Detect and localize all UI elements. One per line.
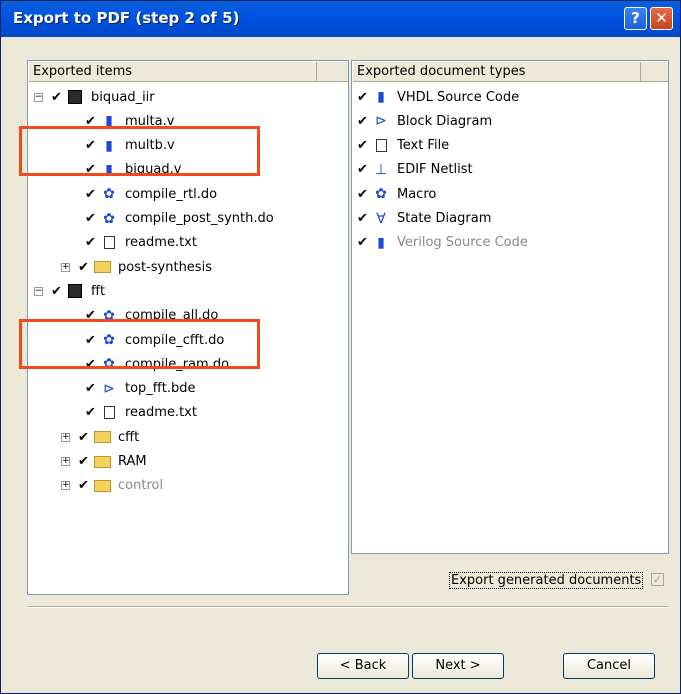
- tree-item[interactable]: + ✔ cfft: [61, 427, 139, 447]
- item-checkbox[interactable]: ✔: [85, 405, 98, 420]
- item-checkbox[interactable]: ✔: [357, 235, 370, 250]
- tree-item[interactable]: ✔ ✿ compile_post_synth.do: [85, 209, 274, 229]
- folder-icon: [93, 429, 111, 445]
- tree-item-label: compile_post_synth.do: [125, 211, 274, 226]
- folder-icon: [93, 478, 111, 494]
- text-file-icon: [100, 405, 118, 421]
- document-type-label: Block Diagram: [397, 113, 493, 129]
- item-checkbox[interactable]: ✔: [85, 381, 98, 396]
- tree-item[interactable]: + ✔ RAM: [61, 452, 147, 472]
- macro-icon: ✿: [103, 210, 115, 227]
- tree-item[interactable]: + ✔ post-synthesis: [61, 257, 212, 277]
- tree-item[interactable]: − ✔ fft: [34, 281, 105, 301]
- expand-icon[interactable]: +: [61, 481, 70, 491]
- export-generated-documents-label[interactable]: Export generated documents: [449, 572, 644, 589]
- tree-item-label: fft: [91, 283, 106, 299]
- item-checkbox[interactable]: ✔: [357, 162, 370, 177]
- macro-icon: ✿: [375, 186, 387, 203]
- document-type-item[interactable]: ✔ Text File: [357, 136, 449, 156]
- item-checkbox[interactable]: ✔: [85, 211, 98, 226]
- document-type-item[interactable]: ✔ ⊥ EDIF Netlist: [357, 160, 473, 180]
- document-type-item[interactable]: ✔ ▮ Verilog Source Code: [357, 233, 528, 253]
- collapse-icon[interactable]: −: [34, 92, 43, 102]
- expand-icon[interactable]: +: [61, 262, 70, 272]
- tree-item[interactable]: − ✔ biquad_iir: [34, 87, 155, 107]
- cancel-button[interactable]: Cancel: [563, 653, 655, 679]
- document-type-label: Macro: [397, 186, 437, 202]
- tree-item-label: readme.txt: [125, 405, 197, 421]
- item-checkbox[interactable]: ✔: [78, 454, 91, 469]
- verilog-file-icon: ▮: [377, 234, 385, 251]
- tree-item-label: cfft: [118, 429, 140, 445]
- tree-item-label: biquad_iir: [91, 89, 155, 105]
- tree-item-label: RAM: [118, 454, 147, 469]
- export-to-pdf-dialog: Export to PDF (step 2 of 5) ? ✕ Exported…: [0, 0, 681, 694]
- document-type-item[interactable]: ✔ ∀ State Diagram: [357, 209, 491, 229]
- item-checkbox[interactable]: ✔: [357, 138, 370, 153]
- document-type-label: EDIF Netlist: [397, 162, 473, 178]
- document-type-label: State Diagram: [397, 211, 492, 226]
- item-checkbox[interactable]: ✔: [85, 235, 98, 250]
- tree-item[interactable]: ✔ ✿ compile_rtl.do: [85, 184, 217, 204]
- tree-item-label: top_fft.bde: [125, 381, 196, 397]
- document-type-label: Verilog Source Code: [397, 235, 528, 251]
- state-diagram-icon: ∀: [376, 210, 386, 227]
- item-checkbox[interactable]: ✔: [357, 90, 370, 105]
- item-checkbox[interactable]: ✔: [357, 114, 370, 129]
- macro-icon: ✿: [103, 186, 115, 203]
- title-bar: Export to PDF (step 2 of 5) ? ✕: [1, 1, 680, 37]
- item-checkbox[interactable]: ✔: [78, 260, 91, 275]
- tree-item-label: post-synthesis: [118, 259, 212, 275]
- back-button[interactable]: < Back: [317, 653, 409, 679]
- exported-document-types-list[interactable]: Exported document types ✔ ▮ VHDL Source Co…: [351, 60, 669, 554]
- item-checkbox[interactable]: ✔: [51, 90, 64, 105]
- separator: [27, 606, 669, 608]
- text-file-icon: [100, 235, 118, 251]
- project-icon: [66, 89, 84, 105]
- document-type-item[interactable]: ✔ ⊳ Block Diagram: [357, 111, 492, 131]
- item-checkbox[interactable]: ✔: [357, 187, 370, 202]
- folder-icon: [93, 259, 111, 275]
- help-button[interactable]: ?: [624, 7, 647, 30]
- collapse-icon[interactable]: −: [34, 286, 43, 296]
- highlight-box-multb: [19, 126, 260, 176]
- highlight-box-compile-cfft: [19, 319, 260, 369]
- tree-item-label: compile_rtl.do: [125, 186, 218, 202]
- project-icon: [66, 283, 84, 299]
- window-title: Export to PDF (step 2 of 5): [13, 9, 240, 27]
- item-checkbox[interactable]: ✔: [357, 211, 370, 226]
- block-diagram-icon: ⊳: [375, 113, 387, 130]
- document-type-label: VHDL Source Code: [397, 89, 520, 105]
- header-filler: [640, 62, 668, 82]
- vhdl-file-icon: ▮: [377, 89, 385, 105]
- expand-icon[interactable]: +: [61, 432, 70, 442]
- exported-items-header[interactable]: Exported items: [29, 62, 316, 82]
- export-generated-documents-checkbox[interactable]: ✓: [651, 573, 664, 586]
- text-file-icon: [372, 138, 390, 154]
- tree-item[interactable]: + ✔ control: [61, 476, 163, 496]
- item-checkbox[interactable]: ✔: [78, 478, 91, 493]
- header-filler: [316, 62, 348, 82]
- tree-item-label: readme.txt: [125, 235, 197, 251]
- item-checkbox[interactable]: ✔: [78, 430, 91, 445]
- document-type-item[interactable]: ✔ ✿ Macro: [357, 184, 436, 204]
- tree-item[interactable]: ✔ ⊳ top_fft.bde: [85, 379, 196, 399]
- expand-icon[interactable]: +: [61, 457, 70, 466]
- tree-item-label: control: [118, 478, 164, 494]
- exported-document-types-header[interactable]: Exported document types: [353, 62, 640, 82]
- tree-item[interactable]: ✔ readme.txt: [85, 233, 197, 253]
- document-type-item[interactable]: ✔ ▮ VHDL Source Code: [357, 87, 519, 107]
- folder-icon: [93, 454, 111, 470]
- edif-netlist-icon: ⊥: [374, 161, 388, 178]
- document-type-label: Text File: [397, 138, 450, 154]
- tree-item[interactable]: ✔ readme.txt: [85, 403, 197, 423]
- next-button[interactable]: Next >: [412, 653, 504, 679]
- item-checkbox[interactable]: ✔: [51, 284, 64, 299]
- close-button[interactable]: ✕: [650, 7, 673, 30]
- block-diagram-icon: ⊳: [103, 380, 115, 397]
- item-checkbox[interactable]: ✔: [85, 187, 98, 202]
